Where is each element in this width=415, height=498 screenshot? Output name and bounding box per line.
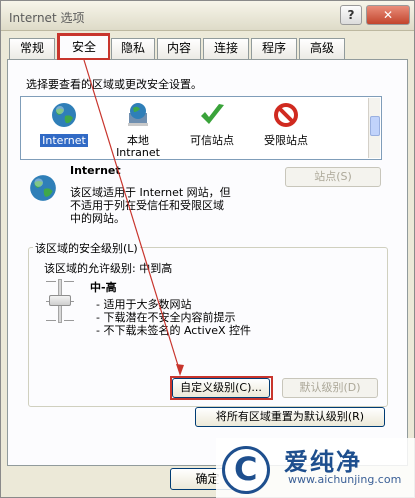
checkmark-icon (201, 104, 224, 124)
security-level-slider-thumb[interactable] (49, 295, 71, 306)
tab-advanced[interactable]: 高级 (299, 38, 345, 59)
title-bar[interactable]: Internet 选项 ? ✕ (1, 1, 414, 31)
tab-content[interactable]: 内容 (157, 38, 201, 59)
site-watermark: C 爱纯净 www.aichunjing.com (216, 438, 415, 498)
zone-label: 本地 Intranet (116, 134, 160, 159)
security-level-name: 中-高 (90, 281, 117, 294)
allowed-level-text: 该区域的允许级别: 中到高 (44, 262, 173, 275)
zone-list[interactable]: Internet 本地 Intranet 可信站点 受限站点 (20, 96, 382, 160)
restricted-icon (274, 103, 298, 127)
window-title: Internet 选项 (9, 11, 85, 25)
zone-label: 可信站点 (190, 134, 234, 147)
zone-label: Internet (40, 134, 88, 147)
watermark-url: www.aichunjing.com (288, 473, 402, 486)
globe-icon (30, 175, 56, 201)
tab-general[interactable]: 常规 (9, 38, 55, 59)
zone-trusted-sites[interactable]: 可信站点 (177, 99, 247, 159)
highlight-custom-level (170, 376, 273, 400)
c-logo-icon: C (222, 446, 270, 494)
watermark-text: 爱纯净 (284, 448, 362, 476)
tab-programs[interactable]: 程序 (251, 38, 297, 59)
zone-restricted-sites[interactable]: 受限站点 (251, 99, 321, 159)
default-level-button[interactable]: 默认级别(D) (282, 378, 378, 398)
zone-label: 受限站点 (264, 134, 308, 147)
zone-local-intranet[interactable]: 本地 Intranet (103, 99, 173, 159)
security-level-group-label: 该区域的安全级别(L) (33, 240, 140, 256)
zone-name: Internet (70, 164, 121, 177)
help-button[interactable]: ? (340, 5, 362, 25)
zone-description-line-3: 中的网站。 (70, 212, 125, 225)
sites-button[interactable]: 站点(S) (285, 167, 381, 187)
globe-icon (52, 103, 76, 127)
tab-privacy[interactable]: 隐私 (111, 38, 155, 59)
zone-list-scrollbar[interactable] (368, 98, 380, 158)
tab-connections[interactable]: 连接 (203, 38, 249, 59)
intranet-icon (128, 103, 148, 126)
level-bullet-3: - 不下载未签名的 ActiveX 控件 (96, 324, 252, 337)
zone-prompt: 选择要查看的区域或更改安全设置。 (26, 78, 202, 91)
zone-internet[interactable]: Internet (29, 99, 99, 159)
highlight-security-tab (57, 33, 110, 60)
reset-all-zones-button[interactable]: 将所有区域重置为默认级别(R) (195, 407, 385, 427)
close-button[interactable]: ✕ (366, 5, 410, 25)
